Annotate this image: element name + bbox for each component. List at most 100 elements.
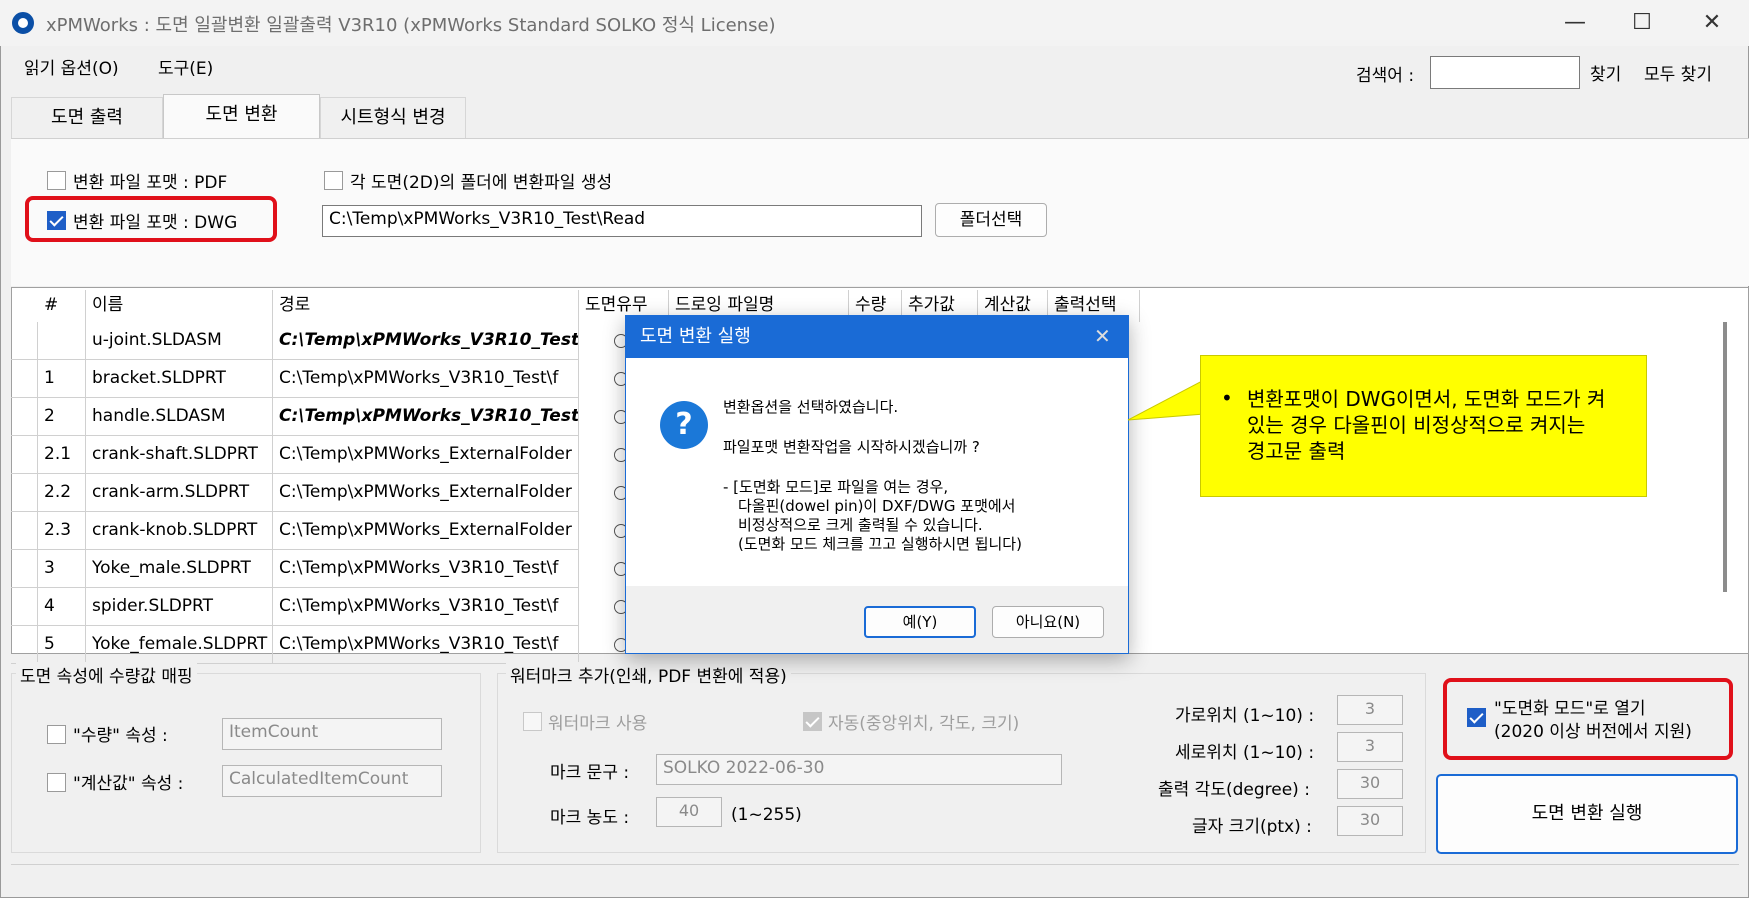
row-number[interactable]: 5 — [38, 626, 86, 664]
pdf-format-label: 변환 파일 포맷 : PDF — [73, 173, 228, 193]
dialog-yes-button[interactable]: 예(Y) — [864, 606, 976, 638]
row-path[interactable]: C:\Temp\xPMWorks_V3R10_Test\f — [273, 626, 579, 664]
search-label: 검색어 : — [1356, 66, 1415, 86]
tab-sheet-format[interactable]: 시트형식 변경 — [320, 97, 466, 139]
row-name[interactable]: handle.SLDASM — [86, 398, 273, 436]
row-selector[interactable] — [11, 322, 38, 360]
dialog-line4: 다올핀(dowel pin)이 DXF/DWG 포맷에서 — [738, 497, 1016, 515]
row-path[interactable]: C:\Temp\xPMWorks_V3R10_Test\f — [273, 588, 579, 626]
row-selector[interactable] — [11, 474, 38, 512]
dialog-line5: 비정상적으로 크게 출력될 수 있습니다. — [738, 516, 983, 534]
row-selector[interactable] — [11, 360, 38, 398]
mark-density-range: (1~255) — [731, 805, 802, 825]
window-title: xPMWorks : 도면 일괄변환 일괄출력 V3R10 (xPMWorks … — [46, 15, 776, 36]
minimize-button[interactable]: — — [1560, 10, 1590, 36]
folder-select-button[interactable]: 폴더선택 — [935, 203, 1047, 237]
v-pos-input[interactable]: 3 — [1337, 732, 1403, 762]
row-path[interactable]: C:\Temp\xPMWorks_ExternalFolder — [273, 474, 579, 512]
close-button[interactable]: ✕ — [1697, 10, 1727, 36]
row-number[interactable]: 2.2 — [38, 474, 86, 512]
row-name[interactable]: Yoke_female.SLDPRT — [86, 626, 273, 664]
app-logo-icon — [12, 12, 34, 34]
dialog-line3: - [도면화 모드]로 파일을 여는 경우, — [723, 478, 949, 496]
dialog-line1: 변환옵션을 선택하였습니다. — [723, 398, 899, 416]
col-header-num[interactable]: # — [38, 290, 86, 322]
dialog-line6: (도면화 모드 체크를 끄고 실행하시면 됩니다) — [738, 535, 1022, 553]
angle-input[interactable]: 30 — [1337, 769, 1403, 799]
text-size-label: 글자 크기(ptx) : — [1192, 817, 1312, 837]
dialog-title: 도면 변환 실행 — [626, 316, 1128, 358]
row-number[interactable] — [38, 322, 86, 360]
tab-convert[interactable]: 도면 변환 — [163, 94, 320, 139]
row-name[interactable]: spider.SLDPRT — [86, 588, 273, 626]
search-input[interactable] — [1430, 56, 1580, 89]
angle-label: 출력 각도(degree) : — [1158, 780, 1310, 800]
dialog-close-icon[interactable]: ✕ — [1094, 324, 1111, 348]
row-name[interactable]: Yoke_male.SLDPRT — [86, 550, 273, 588]
row-path[interactable]: C:\Temp\xPMWorks_V3R10_Test — [273, 398, 579, 436]
calc-attr-checkbox[interactable] — [47, 773, 66, 792]
dialog-no-button[interactable]: 아니요(N) — [992, 606, 1104, 638]
row-path[interactable]: C:\Temp\xPMWorks_ExternalFolder — [273, 436, 579, 474]
drawing-mode-label: "도면화 모드"로 열기 — [1494, 699, 1646, 719]
row-selector[interactable] — [11, 626, 38, 664]
qty-attr-input[interactable]: ItemCount — [222, 718, 442, 750]
drawing-mode-note: (2020 이상 버전에서 지원) — [1494, 722, 1692, 742]
dwg-format-checkbox[interactable] — [47, 211, 66, 230]
each-folder-label: 각 도면(2D)의 폴더에 변환파일 생성 — [350, 173, 613, 193]
row-path[interactable]: C:\Temp\xPMWorks_V3R10_Test — [273, 322, 579, 360]
status-bar — [11, 864, 1739, 888]
row-name[interactable]: crank-knob.SLDPRT — [86, 512, 273, 550]
watermark-use-label: 워터마크 사용 — [548, 714, 648, 734]
h-pos-input[interactable]: 3 — [1337, 695, 1403, 725]
run-convert-button[interactable]: 도면 변환 실행 — [1436, 774, 1738, 854]
watermark-auto-checkbox[interactable] — [803, 712, 822, 731]
row-selector[interactable] — [11, 398, 38, 436]
row-path[interactable]: C:\Temp\xPMWorks_V3R10_Test\f — [273, 360, 579, 398]
pdf-format-checkbox[interactable] — [47, 171, 66, 190]
callout-bullet: • — [1221, 386, 1233, 410]
row-number[interactable]: 2.1 — [38, 436, 86, 474]
row-name[interactable]: crank-arm.SLDPRT — [86, 474, 273, 512]
menu-tools[interactable]: 도구(E) — [158, 54, 213, 79]
mark-density-label: 마크 농도 : — [550, 808, 630, 828]
row-selector[interactable] — [11, 588, 38, 626]
folder-path-input[interactable]: C:\Temp\xPMWorks_V3R10_Test\Read — [322, 205, 922, 237]
maximize-button[interactable]: ☐ — [1627, 10, 1657, 36]
watermark-use-checkbox[interactable] — [523, 712, 542, 731]
qty-attr-checkbox[interactable] — [47, 725, 66, 744]
mapping-group-title: 도면 속성에 수량값 매핑 — [16, 662, 197, 687]
row-number[interactable]: 4 — [38, 588, 86, 626]
tab-print[interactable]: 도면 출력 — [11, 97, 163, 139]
row-number[interactable]: 3 — [38, 550, 86, 588]
dialog-line2: 파일포맷 변환작업을 시작하시겠습니까 ? — [723, 438, 980, 456]
mark-text-input[interactable]: SOLKO 2022-06-30 — [656, 754, 1062, 785]
row-name[interactable]: u-joint.SLDASM — [86, 322, 273, 360]
row-number[interactable]: 2.3 — [38, 512, 86, 550]
menu-read-options[interactable]: 읽기 옵션(O) — [24, 54, 119, 79]
annotation-callout: • 변환포맷이 DWG이면서, 도면화 모드가 켜 있는 경우 다올핀이 비정상… — [1200, 355, 1647, 497]
row-path[interactable]: C:\Temp\xPMWorks_ExternalFolder — [273, 512, 579, 550]
watermark-group-title: 워터마크 추가(인쇄, PDF 변환에 적용) — [506, 662, 791, 687]
dwg-format-label: 변환 파일 포맷 : DWG — [73, 213, 238, 233]
find-all-button[interactable]: 모두 찾기 — [1644, 60, 1712, 85]
qty-attr-label: "수량" 속성 : — [73, 726, 168, 746]
row-number[interactable]: 1 — [38, 360, 86, 398]
row-name[interactable]: crank-shaft.SLDPRT — [86, 436, 273, 474]
grid-scrollbar[interactable] — [1723, 322, 1727, 592]
row-selector[interactable] — [11, 512, 38, 550]
col-header-path[interactable]: 경로 — [273, 290, 579, 322]
col-header-name[interactable]: 이름 — [86, 290, 273, 322]
row-name[interactable]: bracket.SLDPRT — [86, 360, 273, 398]
row-selector[interactable] — [11, 436, 38, 474]
row-path[interactable]: C:\Temp\xPMWorks_V3R10_Test\f — [273, 550, 579, 588]
calc-attr-input[interactable]: CalculatedItemCount — [222, 765, 442, 797]
row-selector[interactable] — [11, 550, 38, 588]
row-number[interactable]: 2 — [38, 398, 86, 436]
each-folder-checkbox[interactable] — [324, 171, 343, 190]
text-size-input[interactable]: 30 — [1337, 806, 1403, 836]
find-button[interactable]: 찾기 — [1590, 60, 1621, 85]
mark-density-input[interactable]: 40 — [656, 797, 722, 827]
v-pos-label: 세로위치 (1~10) : — [1175, 743, 1315, 763]
drawing-mode-checkbox[interactable] — [1467, 708, 1486, 727]
